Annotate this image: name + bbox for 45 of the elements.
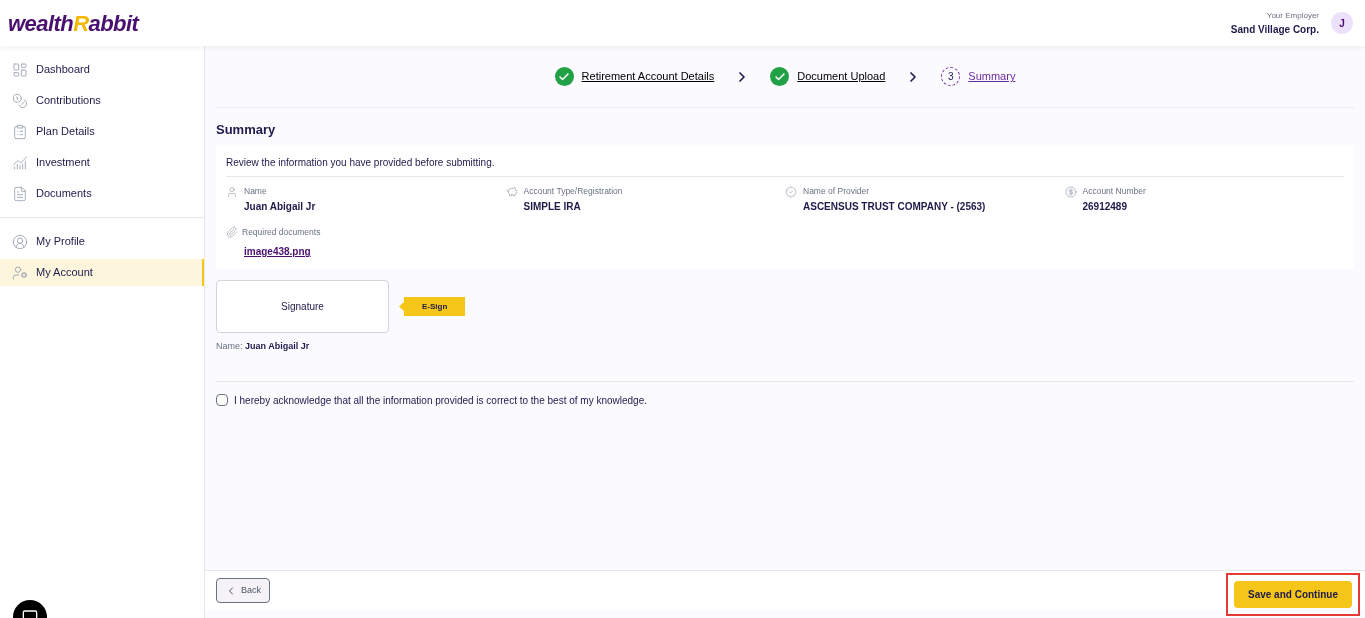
document-icon xyxy=(12,185,28,202)
field-label: Name xyxy=(244,184,268,198)
step-link[interactable]: Retirement Account Details xyxy=(581,68,715,85)
sidebar-item[interactable]: Contributions xyxy=(0,87,204,114)
field-value: 26912489 xyxy=(1082,200,1128,215)
signature-box[interactable]: Signature xyxy=(216,280,389,333)
logo[interactable]: wealthRabbit xyxy=(8,6,139,40)
step-link[interactable]: Summary xyxy=(968,68,1016,85)
e-sign-tag[interactable]: E-Sign xyxy=(399,297,466,316)
user-icon xyxy=(226,185,238,198)
sidebar-item[interactable]: My Profile xyxy=(0,228,204,255)
avatar[interactable]: J xyxy=(1331,12,1353,34)
checkbox[interactable] xyxy=(216,394,228,406)
sidebar-item[interactable]: Documents xyxy=(0,180,204,207)
field-value: Juan Abigail Jr xyxy=(244,200,316,215)
employer-label: Your Employer xyxy=(1266,9,1319,22)
field-value: SIMPLE IRA xyxy=(523,200,582,215)
sidebar-item[interactable]: Dashboard xyxy=(0,56,204,83)
sidebar-item[interactable]: Investment xyxy=(0,149,204,176)
section-title: Summary xyxy=(216,121,277,139)
sidebar-item[interactable]: My Account xyxy=(0,259,204,286)
file-link[interactable]: image438.png xyxy=(244,244,321,259)
clipboard-icon xyxy=(12,123,28,140)
intro-text: Review the information you have provided before submitting. xyxy=(226,154,1344,177)
step-link[interactable]: Document Upload xyxy=(797,68,886,85)
badge-icon xyxy=(785,185,797,198)
piggy-bank-icon xyxy=(505,185,518,198)
field-value: ASCENSUS TRUST COMPANY - (2563) xyxy=(803,200,986,215)
chart-icon xyxy=(12,154,28,171)
field-label: Account Number xyxy=(1082,184,1146,198)
paperclip-icon xyxy=(226,226,238,239)
field-label: Account Type/Registration xyxy=(523,184,623,198)
dashboard-icon xyxy=(12,61,28,78)
user-gear-icon xyxy=(12,264,28,281)
user-circle-icon xyxy=(12,233,28,250)
sidebar-item[interactable]: Plan Details xyxy=(0,118,204,145)
field-label: Name of Provider xyxy=(803,184,871,198)
save-button[interactable]: Save and Continue xyxy=(1234,581,1352,608)
acknowledge-text: I hereby acknowledge that all the information provided is correct to the best of my knowledge. xyxy=(234,393,647,408)
back-button[interactable]: Back xyxy=(216,578,270,603)
dollar-icon xyxy=(1064,185,1077,198)
signer-name: Name: Juan Abigail Jr xyxy=(216,340,311,353)
employer-name: Sand Village Corp. xyxy=(1230,22,1319,37)
coins-icon xyxy=(12,92,28,109)
field-label: Required documents xyxy=(242,226,321,239)
